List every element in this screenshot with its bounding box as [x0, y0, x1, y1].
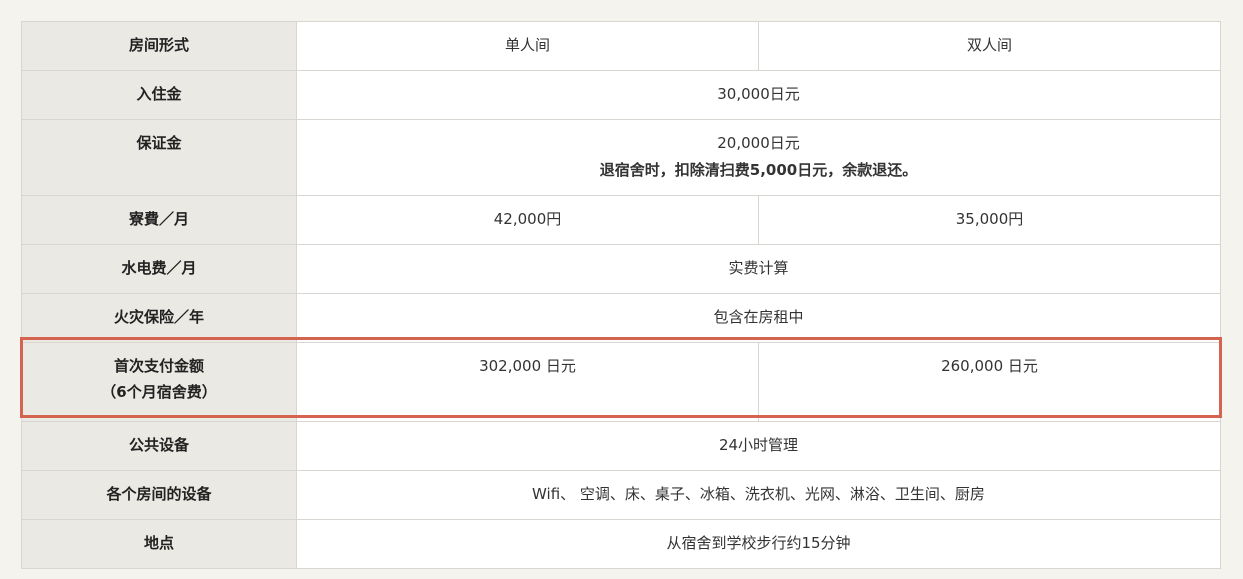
deposit-note: 退宿舍时，扣除清扫费5,000日元，余款退还。 — [599, 161, 918, 179]
table-row: 水电费／月 实费计算 — [21, 244, 1221, 294]
row-label: 入住金 — [21, 70, 297, 120]
table-row-highlighted: 首次支付金额 （6个月宿舍费） 302,000 日元 260,000 日元 — [21, 342, 1221, 422]
value-cell: Wifi、 空调、床、桌子、冰箱、洗衣机、光网、淋浴、卫生间、厨房 — [296, 470, 1221, 520]
single-room-cell: 42,000円 — [296, 195, 759, 245]
double-room-cell: 260,000 日元 — [758, 342, 1221, 422]
row-label: 水电费／月 — [21, 244, 297, 294]
double-room-cell: 35,000円 — [758, 195, 1221, 245]
row-label: 各个房间的设备 — [21, 470, 297, 520]
value-cell: 30,000日元 — [296, 70, 1221, 120]
single-room-cell: 单人间 — [296, 21, 759, 71]
table-row: 各个房间的设备 Wifi、 空调、床、桌子、冰箱、洗衣机、光网、淋浴、卫生间、厨… — [21, 470, 1221, 520]
table-row: 寮費／月 42,000円 35,000円 — [21, 195, 1221, 245]
table-row: 房间形式 单人间 双人间 — [21, 21, 1221, 71]
first-payment-sublabel: （6个月宿舍费） — [101, 383, 217, 401]
single-room-cell: 302,000 日元 — [296, 342, 759, 422]
table-row: 火灾保险／年 包含在房租中 — [21, 293, 1221, 343]
row-label: 首次支付金额 （6个月宿舍费） — [21, 342, 297, 422]
value-cell: 包含在房租中 — [296, 293, 1221, 343]
row-label: 地点 — [21, 519, 297, 569]
row-label: 保证金 — [21, 119, 297, 196]
table-row: 保证金 20,000日元 退宿舍时，扣除清扫费5,000日元，余款退还。 — [21, 119, 1221, 196]
value-cell: 24小时管理 — [296, 421, 1221, 471]
table-row: 公共设备 24小时管理 — [21, 421, 1221, 471]
row-label: 寮費／月 — [21, 195, 297, 245]
row-label: 房间形式 — [21, 21, 297, 71]
table-row: 地点 从宿舍到学校步行约15分钟 — [21, 519, 1221, 569]
table-row: 入住金 30,000日元 — [21, 70, 1221, 120]
row-label: 火灾保险／年 — [21, 293, 297, 343]
dormitory-fee-table: 房间形式 单人间 双人间 入住金 30,000日元 保证金 20,000日元 退… — [21, 21, 1221, 569]
value-cell: 20,000日元 退宿舍时，扣除清扫费5,000日元，余款退还。 — [296, 119, 1221, 196]
row-label: 公共设备 — [21, 421, 297, 471]
value-cell: 从宿舍到学校步行约15分钟 — [296, 519, 1221, 569]
deposit-amount: 20,000日元 — [717, 134, 800, 152]
double-room-cell: 双人间 — [758, 21, 1221, 71]
value-cell: 实费计算 — [296, 244, 1221, 294]
dormitory-fee-table-container: 房间形式 单人间 双人间 入住金 30,000日元 保证金 20,000日元 退… — [21, 21, 1221, 569]
first-payment-label: 首次支付金额 — [113, 357, 204, 375]
